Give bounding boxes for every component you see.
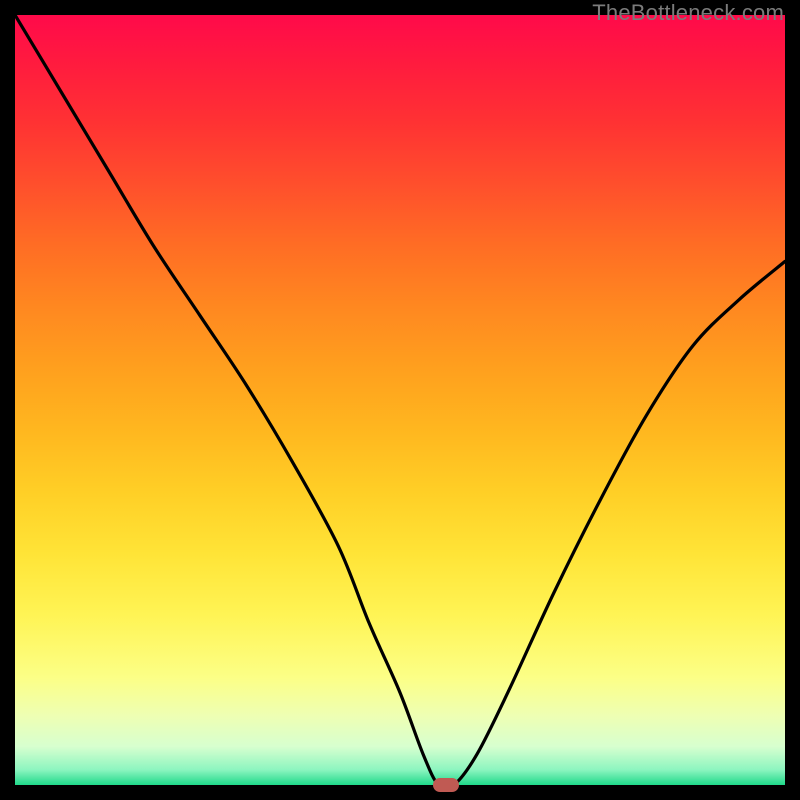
watermark-text: TheBottleneck.com xyxy=(592,0,784,26)
optimal-marker xyxy=(433,778,459,792)
chart-frame: TheBottleneck.com xyxy=(0,0,800,800)
bottleneck-curve xyxy=(15,15,785,785)
plot-area xyxy=(15,15,785,785)
